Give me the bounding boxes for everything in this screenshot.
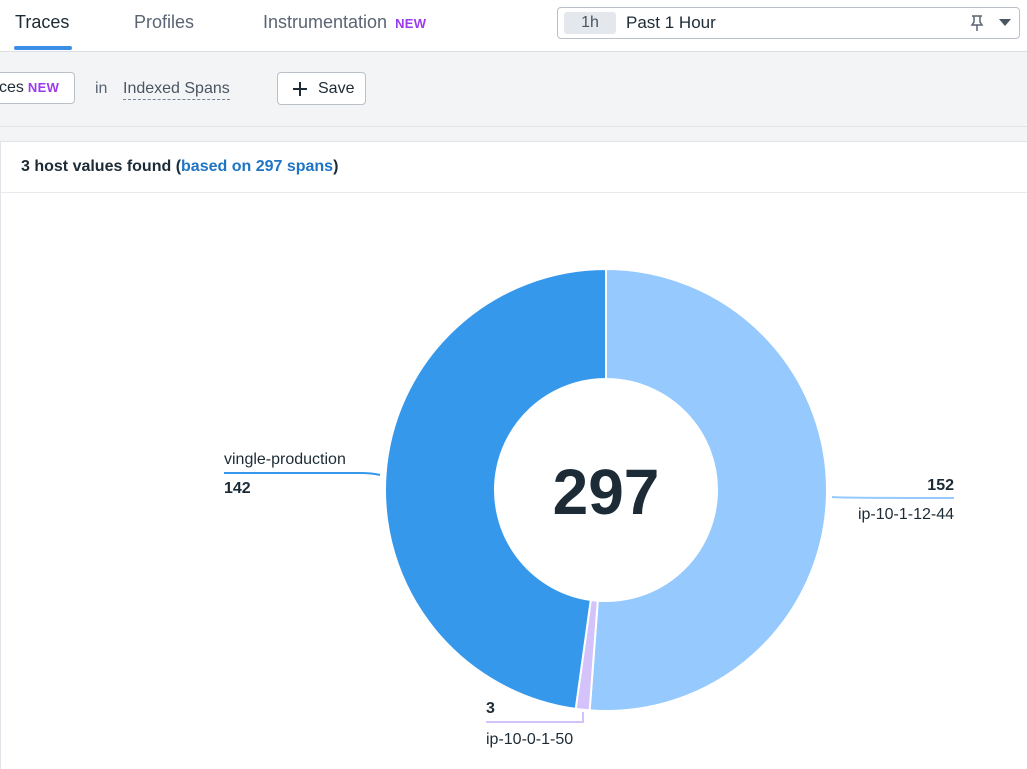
slice-value-vingle-production: 142 (224, 480, 251, 497)
slice-label-ip-10-0-1-50: ip-10-0-1-50 (486, 731, 573, 748)
slice-value-ip-10-1-12-44: 152 (927, 477, 954, 494)
leader-line-ip-10-1-12-44 (831, 496, 955, 499)
slice-value-ip-10-0-1-50: 3 (486, 700, 495, 717)
total-count: 297 (553, 456, 660, 528)
slice-label-vingle-production: vingle-production (224, 451, 346, 468)
leader-line-vingle-production (224, 472, 381, 476)
leader-line-ip-10-0-1-50 (486, 712, 584, 723)
donut-chart: 297 152 ip-10-1-12-44 3 ip-10-0-1-50 vin… (224, 267, 955, 748)
slice-label-ip-10-1-12-44: ip-10-1-12-44 (858, 506, 954, 523)
